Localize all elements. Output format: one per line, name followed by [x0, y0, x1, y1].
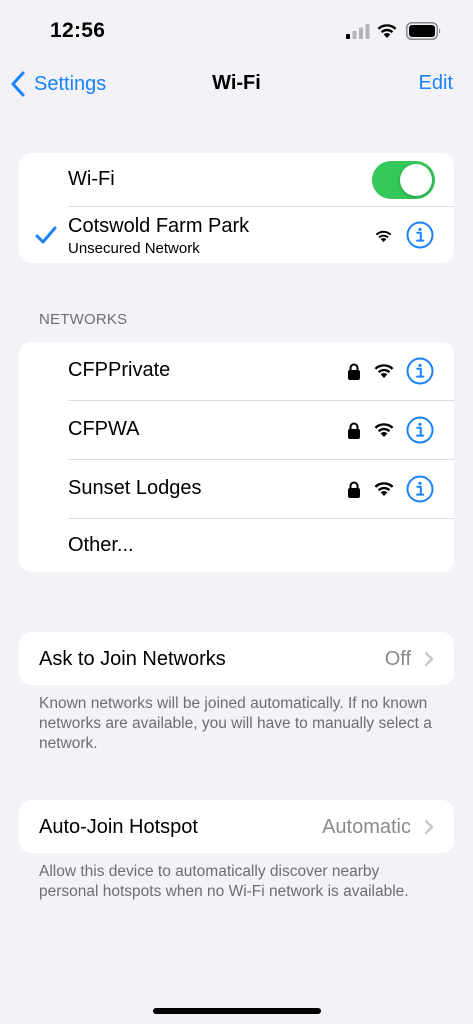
cellular-signal-icon [346, 24, 370, 39]
wifi-signal-icon [374, 482, 394, 496]
other-network-row[interactable]: Other... [19, 519, 454, 572]
wifi-group: Wi-Fi Cotswold Farm Park Unsecured Netwo… [19, 153, 454, 263]
network-name: Sunset Lodges [68, 477, 202, 499]
ask-to-join-row[interactable]: Ask to Join Networks Off [19, 632, 454, 685]
networks-section-header: NETWORKS [39, 311, 128, 328]
auto-join-hotspot-row[interactable]: Auto-Join Hotspot Automatic [19, 800, 454, 853]
network-row[interactable]: CFPPrivate [19, 342, 454, 401]
auto-join-hotspot-footnote: Allow this device to automatically disco… [39, 863, 409, 900]
wifi-label: Wi-Fi [68, 168, 115, 190]
connected-network-name: Cotswold Farm Park [68, 215, 250, 237]
wifi-signal-icon [374, 423, 394, 437]
ask-to-join-label: Ask to Join Networks [39, 648, 226, 670]
wifi-toggle-row: Wi-Fi [19, 153, 454, 207]
toggle-knob [400, 164, 432, 196]
wifi-toggle[interactable] [372, 161, 435, 199]
info-icon[interactable] [406, 221, 434, 249]
connected-network-subtitle: Unsecured Network [68, 240, 200, 257]
status-wifi-icon [377, 24, 397, 38]
chevron-right-icon [424, 651, 434, 667]
ask-to-join-footnote: Known networks will be joined automatica… [39, 695, 432, 752]
auto-join-hotspot-value: Automatic [322, 816, 411, 838]
info-icon[interactable] [406, 475, 434, 503]
network-name: CFPPrivate [68, 359, 171, 381]
connected-network-row[interactable]: Cotswold Farm Park Unsecured Network [19, 207, 454, 263]
wifi-signal-icon [374, 364, 394, 378]
chevron-right-icon [424, 819, 434, 835]
checkmark-icon [35, 226, 57, 244]
lock-icon [348, 422, 360, 439]
wifi-signal-icon [375, 230, 392, 243]
lock-icon [348, 363, 360, 380]
networks-list: CFPPrivate CFPWA Sunset Lodges Other... [19, 342, 454, 572]
home-indicator[interactable] [153, 1008, 321, 1014]
status-time: 12:56 [50, 19, 106, 42]
edit-button[interactable]: Edit [419, 72, 453, 95]
network-row[interactable]: CFPWA [19, 401, 454, 460]
ask-to-join-value: Off [384, 648, 411, 670]
other-network-label: Other... [68, 534, 134, 556]
lock-icon [348, 481, 360, 498]
network-name: CFPWA [68, 418, 140, 440]
auto-join-hotspot-label: Auto-Join Hotspot [39, 816, 198, 838]
network-row[interactable]: Sunset Lodges [19, 460, 454, 519]
battery-icon [406, 22, 441, 40]
page-title: Wi-Fi [212, 72, 261, 94]
status-bar: 12:56 [0, 0, 473, 60]
navigation-bar: Settings Wi-Fi Edit [0, 60, 473, 108]
wifi-settings-screen: 12:56 Settings Wi-Fi Edit Wi-Fi Cotswold… [0, 0, 473, 1024]
info-icon[interactable] [406, 357, 434, 385]
info-icon[interactable] [406, 416, 434, 444]
